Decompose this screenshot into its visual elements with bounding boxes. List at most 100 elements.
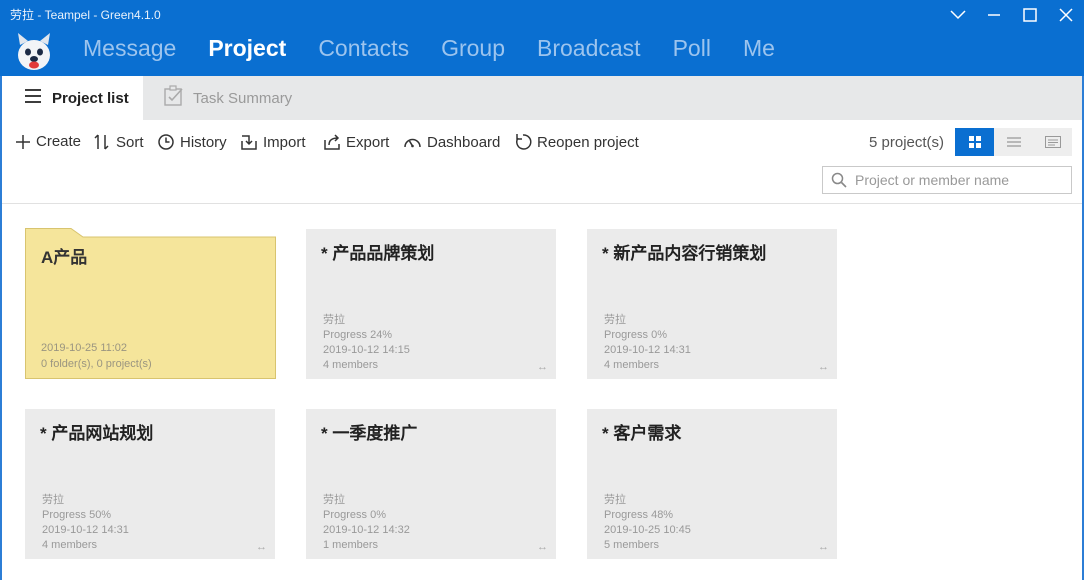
dashboard-button[interactable]: Dashboard (403, 133, 500, 151)
project-meta: 劳拉 Progress 0% 2019-10-12 14:31 4 member… (604, 313, 691, 373)
project-card[interactable]: * 产品网站规划 劳拉 Progress 50% 2019-10-12 14:3… (25, 409, 275, 559)
expand-arrow-icon[interactable]: ↔ (818, 541, 829, 553)
create-button[interactable]: Create (15, 133, 81, 150)
view-switch (955, 128, 1072, 156)
project-title: * 新产品内容行销策划 (602, 244, 767, 263)
project-owner: 劳拉 (604, 494, 626, 506)
project-owner: 劳拉 (604, 314, 626, 326)
nav-poll[interactable]: Poll (673, 34, 711, 62)
checklist-icon (163, 85, 185, 111)
main-nav: Message Project Contacts Group Broadcast… (83, 34, 807, 62)
project-members: 1 members (323, 539, 379, 551)
expand-arrow-icon[interactable]: ↔ (256, 541, 267, 553)
nav-group[interactable]: Group (441, 34, 505, 62)
sort-button[interactable]: Sort (93, 133, 144, 151)
detail-view-button[interactable] (1033, 128, 1072, 156)
folder-summary: 0 folder(s), 0 project(s) (41, 358, 152, 370)
detail-view-icon (1044, 136, 1061, 148)
project-title: * 客户需求 (602, 424, 682, 443)
project-progress: Progress 0% (323, 509, 386, 521)
dashboard-label: Dashboard (427, 133, 501, 151)
project-count: 5 project(s) (869, 134, 945, 151)
sort-label: Sort (116, 133, 144, 151)
project-owner: 劳拉 (323, 494, 345, 506)
minimize-icon[interactable] (976, 0, 1012, 30)
tab-project-list-label: Project list (52, 89, 129, 107)
nav-broadcast[interactable]: Broadcast (537, 34, 641, 62)
project-title: * 产品品牌策划 (321, 244, 435, 263)
expand-arrow-icon[interactable]: ↔ (818, 361, 829, 373)
history-label: History (180, 133, 227, 151)
tab-task-summary[interactable]: Task Summary (163, 76, 292, 120)
create-label: Create (36, 133, 82, 150)
import-label: Import (263, 133, 306, 151)
chevron-down-icon[interactable] (940, 0, 976, 30)
nav-project[interactable]: Project (208, 34, 286, 62)
app-logo-icon[interactable] (14, 31, 54, 73)
tab-project-list[interactable]: Project list (2, 76, 143, 120)
close-icon[interactable] (1048, 0, 1084, 30)
project-meta: 劳拉 Progress 50% 2019-10-12 14:31 4 membe… (42, 493, 129, 553)
project-title: * 一季度推广 (321, 424, 418, 443)
project-date: 2019-10-12 14:31 (604, 344, 691, 356)
project-date: 2019-10-12 14:32 (323, 524, 410, 536)
window-controls (940, 0, 1084, 30)
maximize-icon[interactable] (1012, 0, 1048, 30)
nav-me[interactable]: Me (743, 34, 775, 62)
sub-tabs: Project list Task Summary (0, 76, 1084, 120)
history-button[interactable]: History (157, 133, 227, 151)
window-title: 劳拉 - Teampel - Green4.1.0 (10, 8, 161, 22)
project-card[interactable]: * 一季度推广 劳拉 Progress 0% 2019-10-12 14:32 … (306, 409, 556, 559)
reopen-project-button[interactable]: Reopen project (514, 133, 639, 151)
project-progress: Progress 24% (323, 329, 393, 341)
tab-task-summary-label: Task Summary (193, 89, 293, 107)
import-button[interactable]: Import (240, 133, 306, 151)
project-card[interactable]: * 新产品内容行销策划 劳拉 Progress 0% 2019-10-12 14… (587, 229, 837, 379)
project-owner: 劳拉 (323, 314, 345, 326)
project-date: 2019-10-25 10:45 (604, 524, 691, 536)
export-icon (324, 134, 340, 150)
project-meta: 劳拉 Progress 48% 2019-10-25 10:45 5 membe… (604, 493, 691, 553)
reopen-project-label: Reopen project (537, 133, 639, 151)
nav-message[interactable]: Message (83, 34, 176, 62)
plus-icon (16, 134, 30, 149)
list-view-button[interactable] (994, 128, 1033, 156)
window-border-left (0, 76, 2, 580)
nav-contacts[interactable]: Contacts (318, 34, 409, 62)
toolbar-divider (0, 203, 1084, 204)
clock-icon (158, 134, 174, 150)
project-meta: 劳拉 Progress 24% 2019-10-12 14:15 4 membe… (323, 313, 410, 373)
project-date: 2019-10-12 14:31 (42, 524, 129, 536)
grid-icon (968, 136, 981, 148)
project-members: 5 members (604, 539, 660, 551)
export-label: Export (346, 133, 390, 151)
menu-icon (24, 89, 42, 107)
project-members: 4 members (604, 359, 660, 371)
import-icon (241, 135, 257, 150)
grid-view-button[interactable] (955, 128, 994, 156)
gauge-icon (404, 138, 421, 148)
folder-date: 2019-10-25 11:02 (41, 342, 128, 354)
search-icon (831, 172, 847, 188)
expand-arrow-icon[interactable]: ↔ (537, 541, 548, 553)
project-progress: Progress 48% (604, 509, 674, 521)
sort-icon (94, 134, 109, 150)
project-members: 4 members (323, 359, 379, 371)
list-icon (1006, 137, 1021, 147)
folder-meta: 2019-10-25 11:02 0 folder(s), 0 project(… (41, 340, 152, 372)
project-date: 2019-10-12 14:15 (323, 344, 410, 356)
folder-card[interactable]: A产品 2019-10-25 11:02 0 folder(s), 0 proj… (25, 228, 276, 379)
project-progress: Progress 0% (604, 329, 667, 341)
project-progress: Progress 50% (42, 509, 112, 521)
project-card[interactable]: * 客户需求 劳拉 Progress 48% 2019-10-25 10:45 … (587, 409, 837, 559)
project-owner: 劳拉 (42, 494, 64, 506)
project-meta: 劳拉 Progress 0% 2019-10-12 14:32 1 member… (323, 493, 410, 553)
export-button[interactable]: Export (323, 133, 389, 151)
reopen-icon (516, 134, 532, 150)
title-bar: 劳拉 - Teampel - Green4.1.0 Message Projec… (0, 0, 1084, 76)
search-input[interactable] (855, 172, 1055, 188)
project-members: 4 members (42, 539, 98, 551)
project-card[interactable]: * 产品品牌策划 劳拉 Progress 24% 2019-10-12 14:1… (306, 229, 556, 379)
folder-title: A产品 (41, 248, 88, 267)
expand-arrow-icon[interactable]: ↔ (537, 361, 548, 373)
